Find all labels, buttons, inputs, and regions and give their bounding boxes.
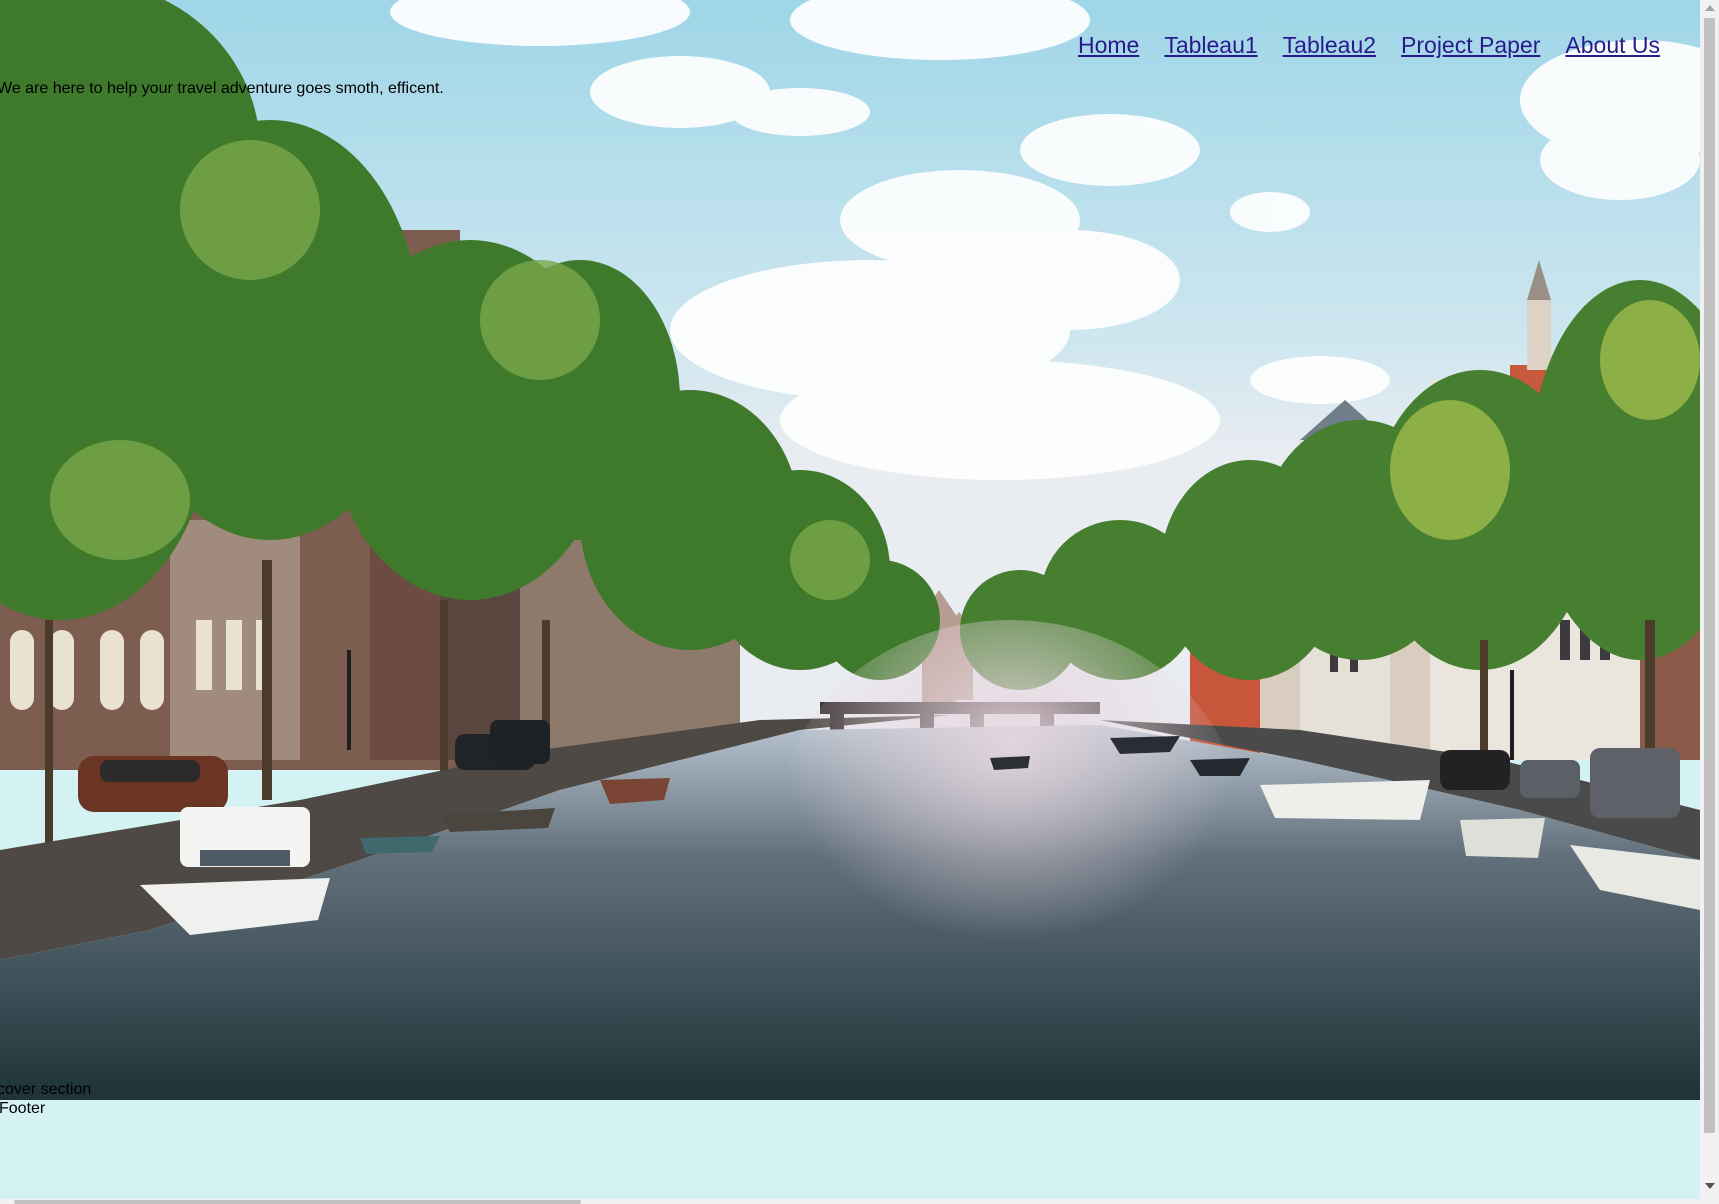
horizontal-scrollbar[interactable]: [0, 1199, 1700, 1204]
footer-label: Footer: [0, 1100, 46, 1117]
vertical-scrollbar-thumb[interactable]: [1704, 18, 1715, 1133]
horizontal-scrollbar-thumb[interactable]: [14, 1200, 581, 1204]
top-navigation: Home Tableau1 Tableau2 Project Paper Abo…: [1078, 32, 1660, 59]
page-viewport: Home Tableau1 Tableau2 Project Paper Abo…: [0, 0, 1700, 1199]
nav-link-about-us[interactable]: About Us: [1565, 32, 1660, 59]
nav-link-tableau2[interactable]: Tableau2: [1283, 32, 1376, 59]
hero-background-image: [0, 0, 1700, 1100]
cover-section-label: cover section: [0, 1081, 92, 1098]
nav-link-home[interactable]: Home: [1078, 32, 1139, 59]
browser-page: Home Tableau1 Tableau2 Project Paper Abo…: [0, 0, 1719, 1204]
page-footer: Footer: [0, 1100, 1700, 1199]
hero-tagline: We are here to help your travel adventur…: [0, 80, 444, 97]
scroll-up-arrow-icon[interactable]: [1705, 5, 1715, 11]
nav-link-tableau1[interactable]: Tableau1: [1164, 32, 1257, 59]
scroll-down-arrow-icon[interactable]: [1705, 1183, 1715, 1189]
vertical-scrollbar[interactable]: [1700, 0, 1719, 1204]
nav-link-project-paper[interactable]: Project Paper: [1401, 32, 1540, 59]
cover-section: [0, 0, 1700, 1100]
